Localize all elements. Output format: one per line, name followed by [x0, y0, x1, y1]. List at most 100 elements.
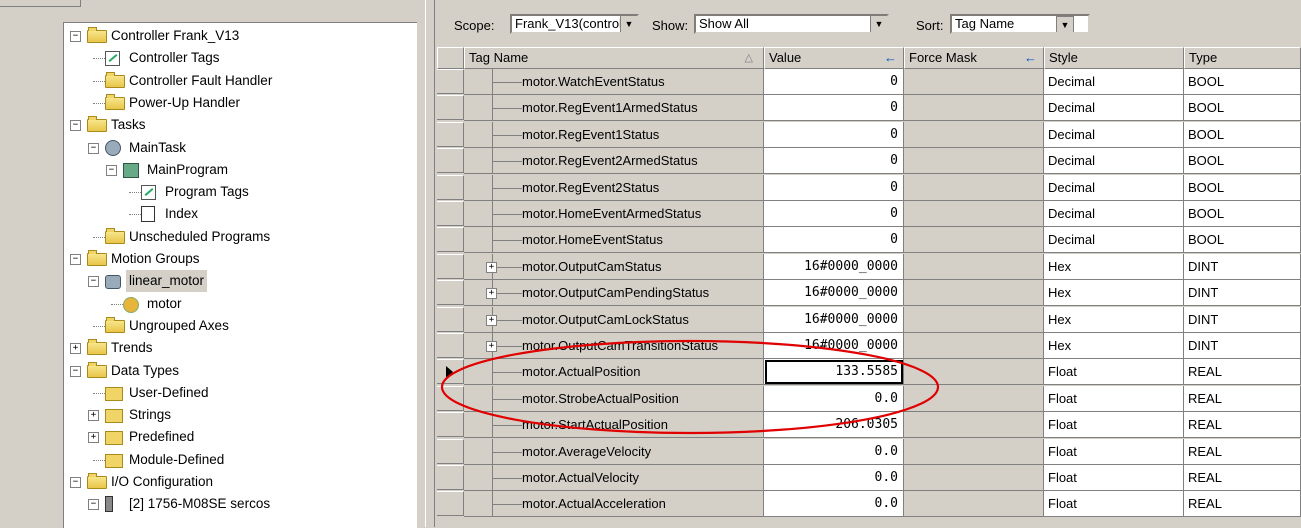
- row-header[interactable]: [437, 465, 464, 490]
- style-cell[interactable]: Hex: [1044, 253, 1184, 280]
- tag-value-cell[interactable]: 0.0: [764, 438, 904, 465]
- tree-item-program-tags[interactable]: Program Tags: [64, 181, 414, 203]
- sort-dropdown[interactable]: Tag Name ▼: [950, 14, 1090, 34]
- tag-name-cell[interactable]: motor.RegEvent1Status: [464, 121, 764, 148]
- table-row[interactable]: motor.ActualPosition 133.5585 Float REAL: [437, 359, 1301, 386]
- style-cell[interactable]: Float: [1044, 438, 1184, 465]
- style-cell[interactable]: Float: [1044, 412, 1184, 439]
- tree-item-unscheduled-programs[interactable]: Unscheduled Programs: [64, 226, 414, 248]
- tree-item-i-o-configuration[interactable]: − I/O Configuration: [64, 471, 414, 493]
- pane-splitter[interactable]: [425, 0, 435, 527]
- table-row[interactable]: motor.RegEvent1ArmedStatus 0 Decimal BOOL: [437, 95, 1301, 122]
- collapse-icon[interactable]: −: [70, 31, 81, 42]
- tree-item-data-types[interactable]: − Data Types: [64, 360, 414, 382]
- tree-item-tasks[interactable]: − Tasks: [64, 114, 414, 136]
- show-dropdown[interactable]: Show All ▼: [694, 14, 889, 34]
- expand-icon[interactable]: +: [88, 432, 99, 444]
- tree-item-module-defined[interactable]: Module-Defined: [64, 449, 414, 471]
- table-row[interactable]: motor.HomeEventStatus 0 Decimal BOOL: [437, 227, 1301, 254]
- column-header-tag-name[interactable]: Tag Name △: [464, 47, 764, 69]
- tag-value-cell[interactable]: 16#0000_0000: [764, 306, 904, 333]
- tag-value-cell[interactable]: 0.0: [764, 465, 904, 491]
- arrow-left-icon[interactable]: ←: [884, 48, 897, 68]
- tag-name-cell[interactable]: motor.RegEvent2ArmedStatus: [464, 148, 764, 175]
- tab-stub[interactable]: [0, 0, 81, 7]
- style-cell[interactable]: Decimal: [1044, 201, 1184, 227]
- tag-value-cell[interactable]: 0: [764, 148, 904, 175]
- table-row[interactable]: + motor.OutputCamTransitionStatus 16#0000_…: [437, 333, 1301, 359]
- style-cell[interactable]: Decimal: [1044, 148, 1184, 175]
- tag-name-cell[interactable]: + motor.OutputCamTransitionStatus: [464, 333, 764, 359]
- style-cell[interactable]: Hex: [1044, 306, 1184, 333]
- tag-value-cell[interactable]: 0.0: [764, 491, 904, 518]
- expand-icon[interactable]: +: [88, 410, 99, 422]
- tag-name-cell[interactable]: + motor.OutputCamPendingStatus: [464, 280, 764, 307]
- row-header[interactable]: [437, 412, 464, 438]
- table-row[interactable]: motor.StrobeActualPosition 0.0 Float REAL: [437, 385, 1301, 412]
- style-cell[interactable]: Decimal: [1044, 95, 1184, 122]
- style-cell[interactable]: Decimal: [1044, 69, 1184, 95]
- table-row[interactable]: motor.ActualAcceleration 0.0 Float REAL: [437, 491, 1301, 518]
- controller-organizer-tree[interactable]: − Controller Frank_V13 Controller Tags Cont…: [63, 22, 417, 528]
- row-header[interactable]: [437, 95, 464, 121]
- style-cell[interactable]: Hex: [1044, 333, 1184, 359]
- style-cell[interactable]: Decimal: [1044, 121, 1184, 148]
- tag-name-cell[interactable]: motor.ActualAcceleration: [464, 491, 764, 518]
- tag-name-cell[interactable]: motor.RegEvent2Status: [464, 174, 764, 201]
- tag-value-cell[interactable]: 0: [764, 69, 904, 95]
- column-header-force-mask[interactable]: Force Mask ←: [904, 47, 1044, 69]
- tag-value-cell[interactable]: 0: [764, 201, 904, 227]
- row-header[interactable]: [437, 253, 464, 279]
- table-row[interactable]: motor.RegEvent1Status 0 Decimal BOOL: [437, 121, 1301, 148]
- tree-item-user-defined[interactable]: User-Defined: [64, 382, 414, 404]
- expand-icon[interactable]: +: [486, 261, 497, 273]
- tag-name-cell[interactable]: motor.StrobeActualPosition: [464, 385, 764, 412]
- tag-grid[interactable]: Tag Name △ Value ← Force Mask ← Style Ty…: [437, 47, 1301, 527]
- table-row[interactable]: motor.StartActualPosition 206.0305 Float RE…: [437, 412, 1301, 439]
- tag-name-cell[interactable]: + motor.OutputCamLockStatus: [464, 306, 764, 333]
- row-header[interactable]: [437, 438, 464, 464]
- tag-name-cell[interactable]: + motor.OutputCamStatus: [464, 253, 764, 280]
- row-header[interactable]: [437, 491, 464, 517]
- column-header-type[interactable]: Type: [1184, 47, 1301, 69]
- tree-item-strings[interactable]: + Strings: [64, 404, 414, 426]
- expand-icon[interactable]: +: [486, 288, 497, 300]
- style-cell[interactable]: Decimal: [1044, 174, 1184, 201]
- tree-item-power-up-handler[interactable]: Power-Up Handler: [64, 92, 414, 114]
- table-row[interactable]: motor.RegEvent2Status 0 Decimal BOOL: [437, 174, 1301, 201]
- tag-name-cell[interactable]: motor.RegEvent1ArmedStatus: [464, 95, 764, 122]
- table-row[interactable]: + motor.OutputCamPendingStatus 16#0000_000…: [437, 280, 1301, 307]
- collapse-icon[interactable]: −: [70, 120, 81, 132]
- tree-item-maintask[interactable]: − MainTask: [64, 137, 414, 159]
- tag-name-cell[interactable]: motor.ActualPosition: [464, 359, 764, 386]
- row-header[interactable]: [437, 359, 464, 385]
- collapse-icon[interactable]: −: [88, 142, 99, 154]
- style-cell[interactable]: Decimal: [1044, 227, 1184, 254]
- tree-item-motor[interactable]: motor: [64, 293, 414, 315]
- row-header[interactable]: [437, 148, 464, 174]
- tree-item-2-1756-m08se-sercos[interactable]: − [2] 1756-M08SE sercos: [64, 493, 414, 515]
- collapse-icon[interactable]: −: [70, 477, 81, 488]
- row-header[interactable]: [437, 385, 464, 411]
- chevron-down-icon[interactable]: ▼: [620, 16, 637, 32]
- chevron-down-icon[interactable]: ▼: [870, 16, 887, 32]
- table-row[interactable]: motor.ActualVelocity 0.0 Float REAL: [437, 465, 1301, 491]
- tag-value-cell[interactable]: 0: [764, 95, 904, 122]
- style-cell[interactable]: Float: [1044, 491, 1184, 518]
- expand-icon[interactable]: +: [486, 341, 497, 352]
- collapse-icon[interactable]: −: [88, 276, 99, 288]
- tag-name-cell[interactable]: motor.AverageVelocity: [464, 438, 764, 465]
- tag-value-cell[interactable]: 133.5585: [764, 359, 904, 386]
- scope-dropdown[interactable]: Frank_V13(controller ▼: [510, 14, 639, 34]
- column-header-value[interactable]: Value ←: [764, 47, 904, 69]
- table-row[interactable]: + motor.OutputCamLockStatus 16#0000_0000 He…: [437, 306, 1301, 333]
- tree-item-linear-motor[interactable]: − linear_motor: [64, 270, 414, 293]
- tree-item-controller-fault-handler[interactable]: Controller Fault Handler: [64, 70, 414, 92]
- row-header[interactable]: [437, 69, 464, 94]
- table-row[interactable]: + motor.OutputCamStatus 16#0000_0000 Hex DIN…: [437, 253, 1301, 280]
- tag-value-cell[interactable]: 16#0000_0000: [764, 280, 904, 307]
- tag-value-cell[interactable]: 16#0000_0000: [764, 333, 904, 359]
- table-row[interactable]: motor.RegEvent2ArmedStatus 0 Decimal BOOL: [437, 148, 1301, 175]
- tag-value-cell[interactable]: 16#0000_0000: [764, 253, 904, 280]
- tag-value-cell[interactable]: 0: [764, 174, 904, 201]
